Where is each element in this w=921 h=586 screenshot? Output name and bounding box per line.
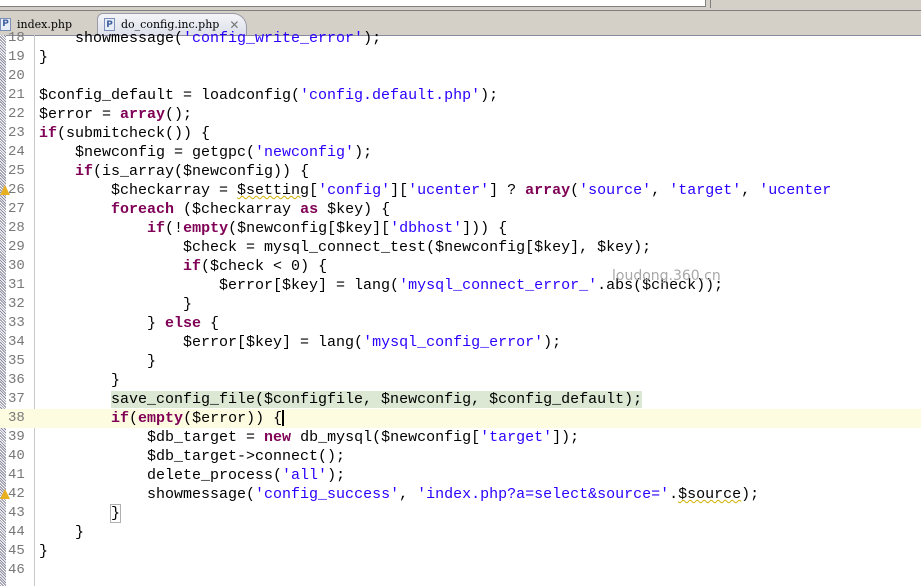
- code-text: if(is_array($newconfig)) {: [75, 163, 310, 180]
- toolbar-separator: [710, 0, 711, 8]
- line-number: 31: [8, 277, 25, 293]
- line-number: 26: [8, 182, 25, 198]
- code-line-34[interactable]: 34 $error[$key] = lang('mysql_config_err…: [0, 333, 921, 352]
- code-text: }: [39, 524, 85, 541]
- code-line-40[interactable]: 40 $db_target->connect();: [0, 447, 921, 466]
- code-line-45[interactable]: 45}: [0, 542, 921, 561]
- code-line-31[interactable]: 31 $error[$key] = lang('mysql_connect_er…: [0, 276, 921, 295]
- code-text: $error = array();: [39, 106, 193, 123]
- code-text: $error[$key] = lang('mysql_config_error'…: [39, 334, 562, 351]
- line-number: 29: [8, 239, 25, 255]
- line-number: 46: [8, 562, 25, 578]
- code-text: if(empty($error)) {: [111, 410, 285, 427]
- top-toolbar-strip: [0, 0, 921, 10]
- code-line-35[interactable]: 35 }: [0, 352, 921, 371]
- code-line-18[interactable]: 18 showmessage('config_write_error');: [0, 29, 921, 48]
- line-number: 43: [8, 505, 25, 521]
- code-text: if(submitcheck()) {: [39, 125, 211, 142]
- line-number: 23: [8, 125, 25, 141]
- line-number: 38: [8, 410, 25, 426]
- line-number: 19: [8, 49, 25, 65]
- code-text: }: [39, 543, 49, 560]
- code-text: save_config_file($configfile, $newconfig…: [111, 391, 643, 408]
- line-number: 28: [8, 220, 25, 236]
- code-line-46[interactable]: 46: [0, 561, 921, 580]
- code-text: showmessage('config_success', 'index.php…: [39, 486, 760, 503]
- line-number: 41: [8, 467, 25, 483]
- code-text: $config_default = loadconfig('config.def…: [39, 87, 499, 104]
- code-line-26[interactable]: 26 $checkarray = $setting['config']['uce…: [0, 181, 921, 200]
- code-line-39[interactable]: 39 $db_target = new db_mysql($newconfig[…: [0, 428, 921, 447]
- code-text: } else {: [39, 315, 220, 332]
- code-line-24[interactable]: 24 $newconfig = getgpc('newconfig');: [0, 143, 921, 162]
- code-line-20[interactable]: 20: [0, 67, 921, 86]
- line-number: 40: [8, 448, 25, 464]
- line-number: 21: [8, 87, 25, 103]
- code-editor[interactable]: 18 showmessage('config_write_error'); 19}…: [0, 30, 921, 586]
- line-number: 27: [8, 201, 25, 217]
- code-text: $newconfig = getgpc('newconfig');: [39, 144, 373, 161]
- line-number: 22: [8, 106, 25, 122]
- code-text: if($check < 0) {: [183, 258, 328, 275]
- line-number: 32: [8, 296, 25, 312]
- code-text: $db_target = new db_mysql($newconfig['ta…: [39, 429, 580, 446]
- text-caret: [282, 410, 285, 427]
- line-number: 44: [8, 524, 25, 540]
- code-text: }: [39, 49, 49, 66]
- code-line-21[interactable]: 21 $config_default = loadconfig('config.d…: [0, 86, 921, 105]
- code-line-32[interactable]: 32 }: [0, 295, 921, 314]
- line-number: 45: [8, 543, 25, 559]
- line-number: 35: [8, 353, 25, 369]
- code-line-33[interactable]: 33 } else {: [0, 314, 921, 333]
- code-line-28[interactable]: 28 if(!empty($newconfig[$key]['dbhost'])…: [0, 219, 921, 238]
- code-text: }: [39, 372, 121, 389]
- line-number: 34: [8, 334, 25, 350]
- code-text: }: [39, 353, 157, 370]
- line-number: 39: [8, 429, 25, 445]
- watermark: loudong.360.cn: [612, 268, 721, 284]
- code-line-23[interactable]: 23 if(submitcheck()) {: [0, 124, 921, 143]
- code-text: }: [110, 504, 122, 523]
- code-line-30[interactable]: 30 if($check < 0) {: [0, 257, 921, 276]
- line-number: 24: [8, 144, 25, 160]
- code-line-38[interactable]: 38 if(empty($error)) {: [0, 409, 921, 428]
- line-number: 36: [8, 372, 25, 388]
- code-text: foreach ($checkarray as $key) {: [111, 201, 391, 218]
- line-number: 25: [8, 163, 25, 179]
- code-line-43[interactable]: 43 }: [0, 504, 921, 523]
- line-number: 20: [8, 68, 25, 84]
- code-line-27[interactable]: 27 foreach ($checkarray as $key) {: [0, 200, 921, 219]
- code-line-29[interactable]: 29 $check = mysql_connect_test($newconfi…: [0, 238, 921, 257]
- code-line-19[interactable]: 19}: [0, 48, 921, 67]
- line-number: 18: [8, 30, 25, 46]
- code-text: $checkarray = $setting['config']['ucente…: [39, 182, 832, 199]
- line-number: 33: [8, 315, 25, 331]
- code-line-22[interactable]: 22 $error = array();: [0, 105, 921, 124]
- code-text: delete_process('all');: [39, 467, 346, 484]
- code-line-42[interactable]: 42 showmessage('config_success', 'index.…: [0, 485, 921, 504]
- code-line-37[interactable]: 37 save_config_file($configfile, $newcon…: [0, 390, 921, 409]
- line-number: 42: [8, 486, 25, 502]
- address-field[interactable]: [0, 0, 706, 7]
- code-line-25[interactable]: 25 if(is_array($newconfig)) {: [0, 162, 921, 181]
- code-text: $db_target->connect();: [39, 448, 346, 465]
- code-text: showmessage('config_write_error');: [39, 30, 382, 47]
- code-text: $check = mysql_connect_test($newconfig[$…: [39, 239, 652, 256]
- line-number: 37: [8, 391, 25, 407]
- code-line-44[interactable]: 44 }: [0, 523, 921, 542]
- code-text: }: [39, 296, 193, 313]
- code-line-36[interactable]: 36 }: [0, 371, 921, 390]
- line-number: 30: [8, 258, 25, 274]
- code-text: if(!empty($newconfig[$key]['dbhost'])) {: [147, 220, 508, 237]
- code-line-41[interactable]: 41 delete_process('all');: [0, 466, 921, 485]
